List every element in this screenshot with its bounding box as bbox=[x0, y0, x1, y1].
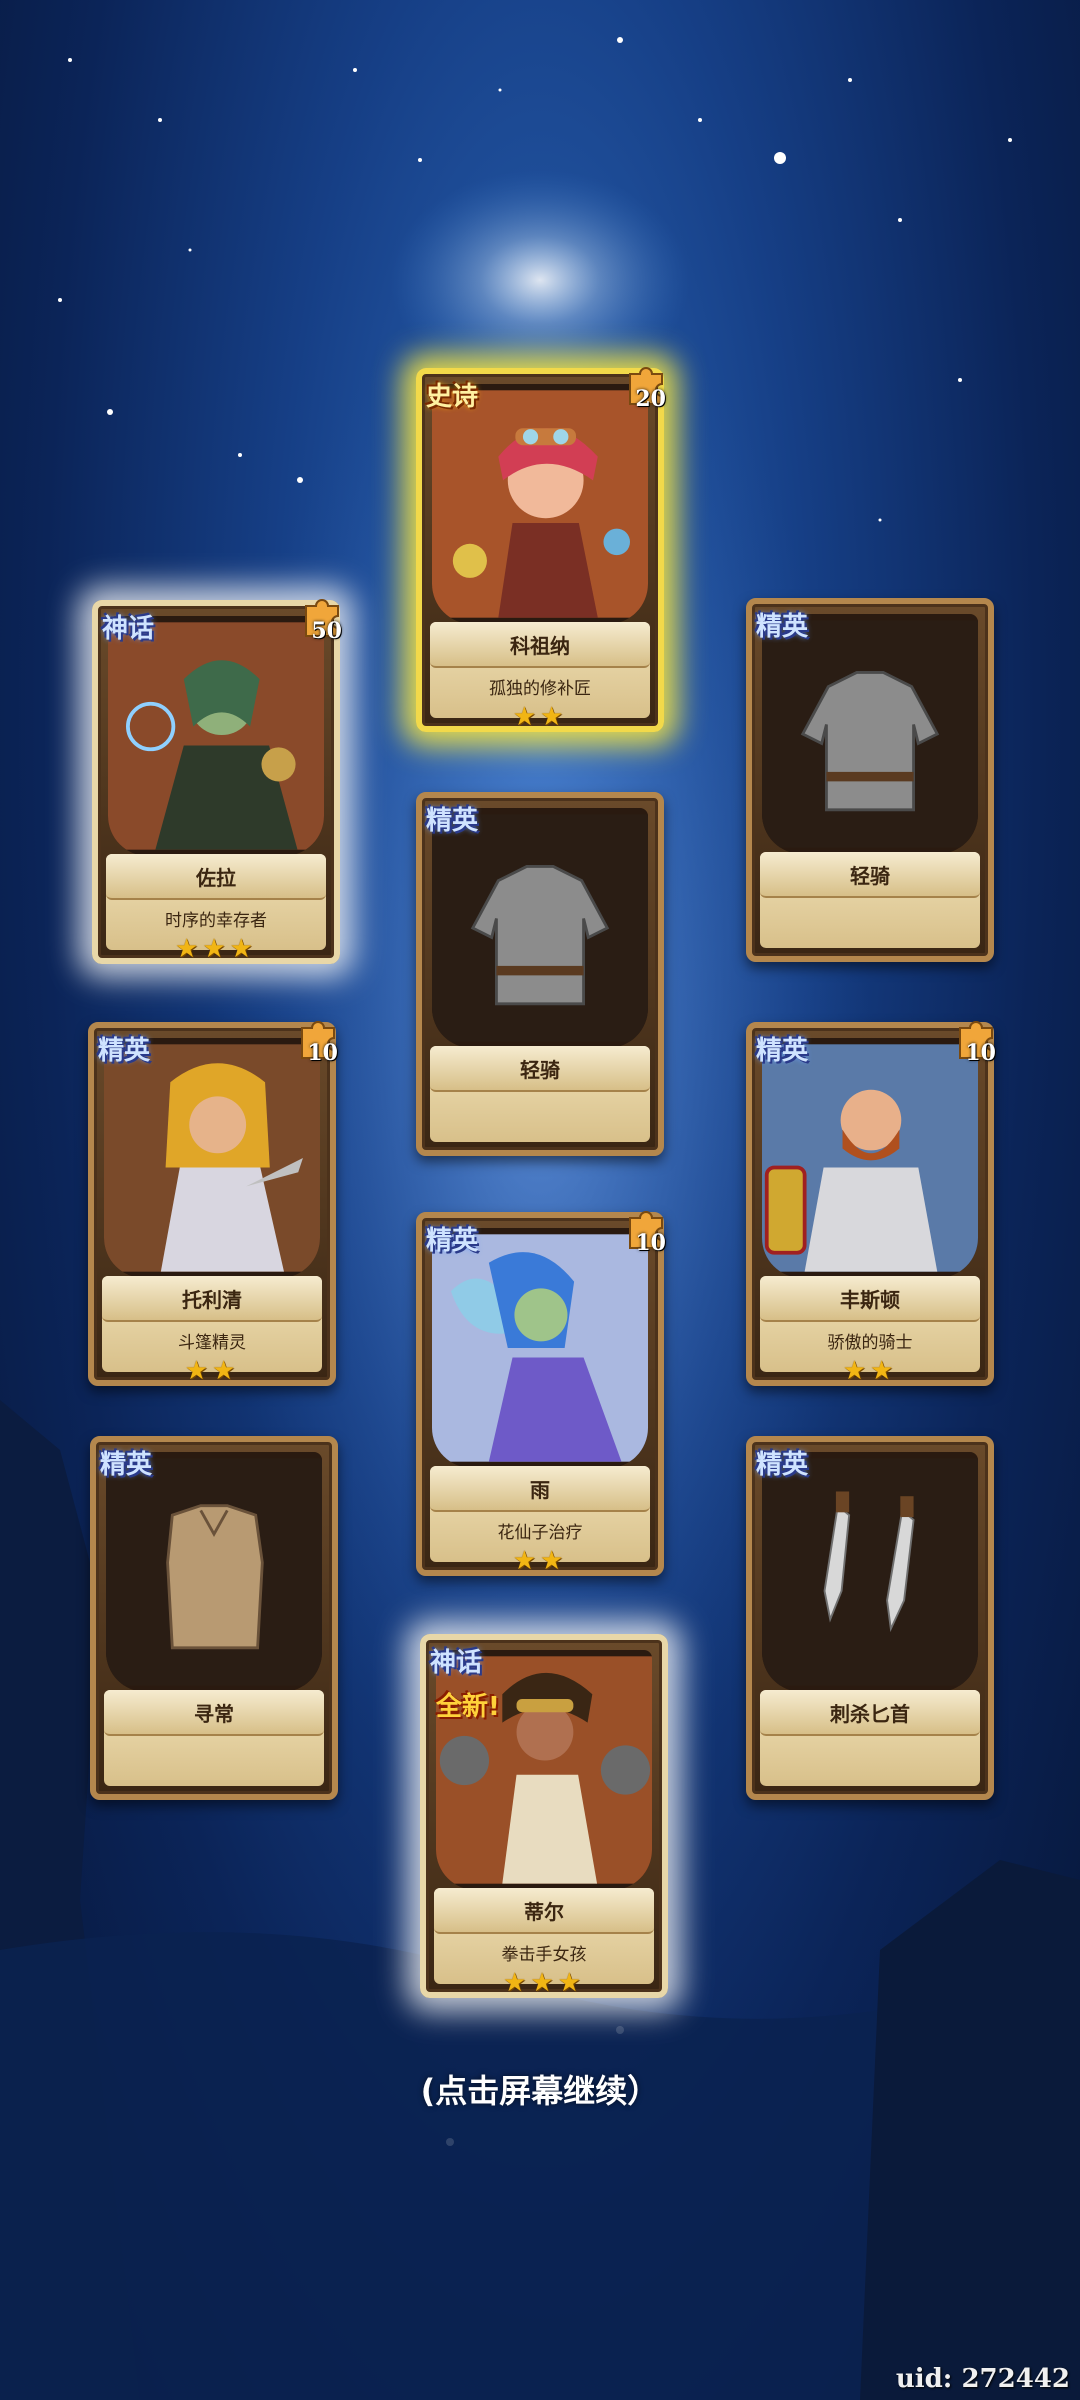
tap-to-continue-prompt[interactable]: (点击屏幕继续） bbox=[0, 2066, 1080, 2112]
rarity-label: 精英 bbox=[756, 612, 809, 642]
rarity-label: 精英 bbox=[426, 806, 479, 836]
rarity-label: 精英 bbox=[100, 1450, 153, 1480]
star-rating: ★★ bbox=[842, 1356, 898, 1386]
fragment-count: 10 bbox=[635, 1230, 666, 1256]
rarity-label: 精英 bbox=[756, 1450, 809, 1480]
rarity-label: 神话 bbox=[430, 1648, 483, 1678]
rarity-label: 史诗 bbox=[426, 382, 479, 412]
nameplate: 丰斯顿 骄傲的骑士 ★★ bbox=[760, 1276, 980, 1386]
card-fengsidun[interactable]: 精英 10 丰斯顿 骄傲的骑士 ★★ bbox=[746, 1021, 996, 1386]
card-light-cavalry-armor-1[interactable]: 精英 轻骑 bbox=[746, 598, 994, 962]
hero-green-mage-icon bbox=[108, 622, 324, 850]
nameplate: 轻骑 bbox=[760, 852, 980, 948]
portrait-chainmail-armor bbox=[762, 614, 978, 854]
portrait-hero-green-mage bbox=[108, 616, 324, 856]
card-name: 佐拉 bbox=[196, 866, 236, 890]
fragment-count: 50 bbox=[311, 618, 342, 644]
card-xunchang-shirt[interactable]: 精英 寻常 bbox=[90, 1436, 338, 1800]
card-yu[interactable]: 精英 10 雨 花仙子治疗 ★★ bbox=[416, 1211, 666, 1576]
card-title: 拳击手女孩 bbox=[501, 1945, 587, 1965]
card-assassin-daggers[interactable]: 精英 刺杀匕首 bbox=[746, 1436, 994, 1800]
card-name: 丰斯顿 bbox=[840, 1288, 900, 1312]
portrait-cloth-shirt bbox=[106, 1452, 322, 1692]
card-title: 骄傲的骑士 bbox=[827, 1333, 913, 1353]
rarity-label: 精英 bbox=[98, 1036, 151, 1066]
fragment-count: 10 bbox=[307, 1040, 338, 1066]
nameplate: 轻骑 bbox=[430, 1046, 650, 1142]
star-rating: ★★ bbox=[512, 702, 568, 732]
portrait-hero-fairy bbox=[432, 1228, 648, 1468]
card-name: 轻骑 bbox=[520, 1058, 560, 1082]
card-title: 孤独的修补匠 bbox=[489, 679, 591, 699]
card-light-cavalry-armor-2[interactable]: 精英 轻骑 bbox=[416, 792, 664, 1156]
card-name: 托利清 bbox=[182, 1288, 242, 1312]
portrait-twin-daggers bbox=[762, 1452, 978, 1692]
card-zola[interactable]: 神话 50 佐拉 时序的幸存者 ★★★ bbox=[92, 599, 342, 964]
card-name: 蒂尔 bbox=[524, 1900, 564, 1924]
card-title: 花仙子治疗 bbox=[497, 1523, 583, 1543]
rarity-label: 精英 bbox=[426, 1226, 479, 1256]
user-id-label: uid: 272442 bbox=[895, 2364, 1070, 2394]
rarity-label: 精英 bbox=[756, 1036, 809, 1066]
portrait-hero-knight bbox=[762, 1038, 978, 1278]
card-toliqing[interactable]: 精英 10 托利清 斗篷精灵 ★★ bbox=[88, 1021, 338, 1386]
card-name: 寻常 bbox=[194, 1702, 234, 1726]
star-rating: ★★★ bbox=[503, 1968, 585, 1998]
nameplate: 托利清 斗篷精灵 ★★ bbox=[102, 1276, 322, 1386]
portrait-hero-girl-goggles bbox=[432, 384, 648, 624]
card-name: 轻骑 bbox=[850, 864, 890, 888]
portrait-chainmail-armor bbox=[432, 808, 648, 1048]
star-rating: ★★★ bbox=[175, 934, 257, 964]
nameplate: 雨 花仙子治疗 ★★ bbox=[430, 1466, 650, 1576]
hero-fairy-icon bbox=[432, 1234, 648, 1462]
nameplate: 科祖纳 孤独的修补匠 ★★ bbox=[430, 622, 650, 732]
fragment-count: 20 bbox=[635, 386, 666, 412]
twin-daggers-icon bbox=[762, 1458, 978, 1686]
star-rating: ★★ bbox=[512, 1546, 568, 1576]
new-badge: 全新! bbox=[436, 1692, 500, 1722]
nameplate: 蒂尔 拳击手女孩 ★★★ bbox=[434, 1888, 654, 1998]
card-title: 时序的幸存者 bbox=[165, 911, 267, 931]
nameplate: 刺杀匕首 bbox=[760, 1690, 980, 1786]
hero-knight-icon bbox=[762, 1044, 978, 1272]
fragment-count: 10 bbox=[965, 1040, 996, 1066]
hero-girl-goggles-icon bbox=[432, 390, 648, 618]
card-name: 科祖纳 bbox=[510, 634, 570, 658]
rarity-label: 神话 bbox=[102, 614, 155, 644]
cloth-shirt-icon bbox=[106, 1458, 322, 1686]
nameplate: 佐拉 时序的幸存者 ★★★ bbox=[106, 854, 326, 964]
card-title: 斗篷精灵 bbox=[178, 1333, 246, 1353]
hero-hooded-elf-icon bbox=[104, 1044, 320, 1272]
card-kozuna[interactable]: 史诗 20 科祖纳 孤独的修补匠 ★★ bbox=[416, 367, 666, 732]
card-tier[interactable]: 神话 全新! 蒂尔 拳击手女孩 ★★★ bbox=[420, 1634, 668, 1998]
nameplate: 寻常 bbox=[104, 1690, 324, 1786]
card-name: 雨 bbox=[530, 1478, 550, 1502]
chainmail-armor-icon bbox=[762, 620, 978, 848]
portrait-hero-hooded-elf bbox=[104, 1038, 320, 1278]
star-rating: ★★ bbox=[184, 1356, 240, 1386]
chainmail-armor-icon bbox=[432, 814, 648, 1042]
card-name: 刺杀匕首 bbox=[830, 1702, 910, 1726]
